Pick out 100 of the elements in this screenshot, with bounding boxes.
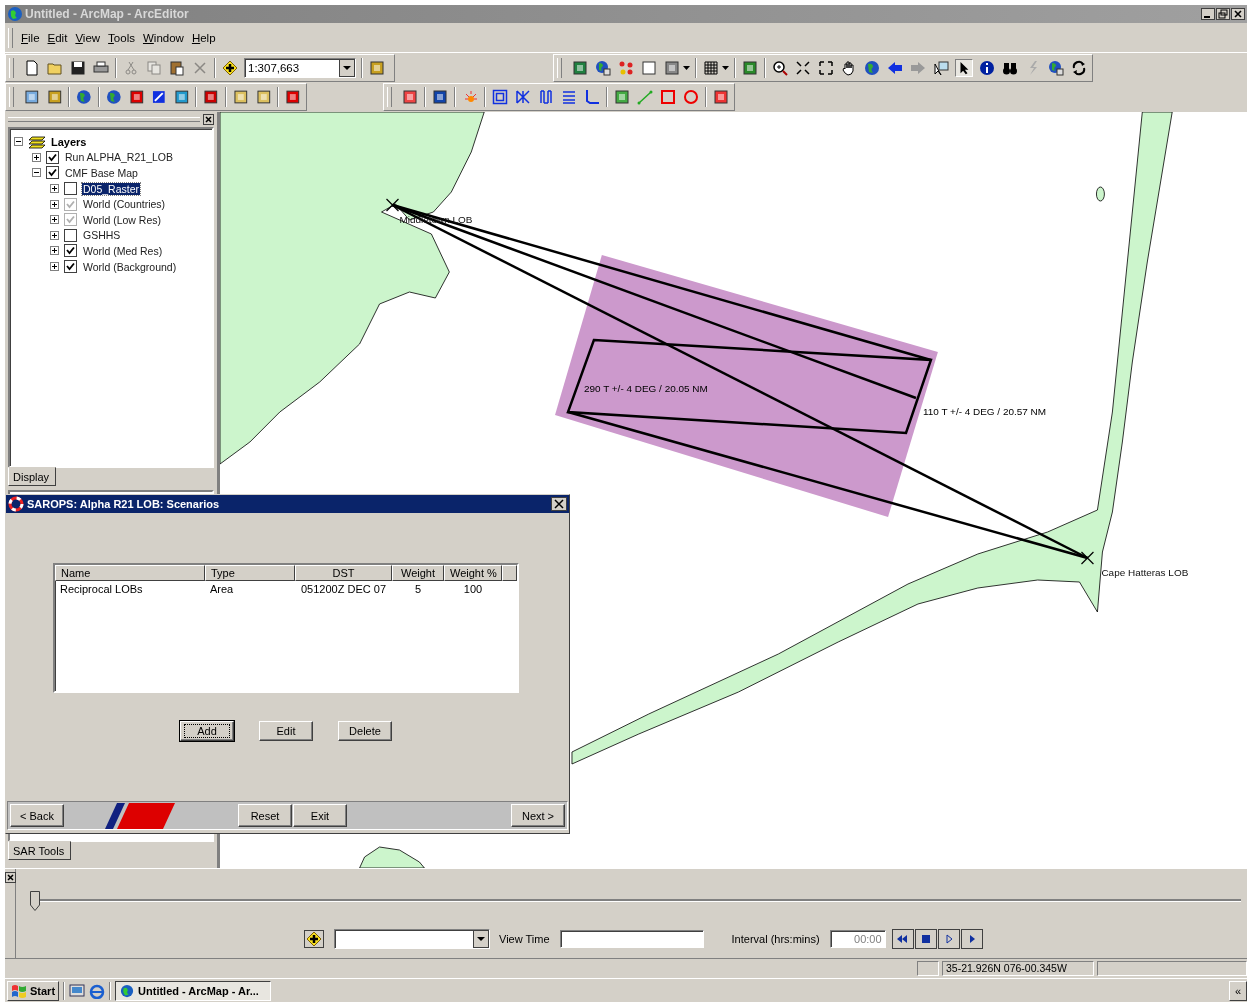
menu-item[interactable]: File: [17, 31, 44, 44]
reset-button[interactable]: Reset: [238, 804, 292, 827]
checkbox[interactable]: [64, 228, 77, 242]
expand-toggle[interactable]: [50, 184, 59, 194]
layer-name[interactable]: World (Background): [82, 260, 178, 273]
globe-document-icon[interactable]: [594, 58, 612, 77]
spiral-icon[interactable]: [491, 88, 509, 106]
expand-toggle[interactable]: [50, 262, 59, 272]
back-button[interactable]: < Back: [10, 804, 64, 827]
play-icon[interactable]: [937, 929, 960, 949]
interval-field[interactable]: 00:00: [829, 930, 886, 948]
dropdown-icon[interactable]: [339, 58, 355, 77]
add-data-icon[interactable]: [304, 930, 324, 948]
expand-toggle[interactable]: [14, 137, 23, 147]
new-document-icon[interactable]: [23, 58, 41, 77]
checkbox[interactable]: [64, 260, 77, 274]
slider-thumb[interactable]: [30, 891, 40, 911]
next-button[interactable]: Next >: [511, 804, 565, 827]
square-icon[interactable]: [659, 88, 677, 106]
tree-root-label[interactable]: Layers: [51, 135, 87, 148]
horizontal-bars-icon[interactable]: [560, 88, 578, 106]
column-header[interactable]: Weight %: [444, 565, 502, 581]
layer-name[interactable]: Run ALPHA_R21_LOB: [64, 151, 174, 164]
exit-button[interactable]: Exit: [293, 804, 347, 827]
stop-icon[interactable]: [914, 929, 937, 949]
panel-tab[interactable]: Display: [8, 467, 57, 486]
zoom-in-icon[interactable]: [771, 58, 789, 77]
fixed-zoom-in-icon[interactable]: [794, 58, 812, 77]
caret-icon[interactable]: [683, 65, 690, 70]
status-panel: [917, 961, 939, 976]
layer-name[interactable]: World (Countries): [82, 198, 167, 211]
info-icon[interactable]: [978, 58, 996, 77]
checkbox[interactable]: [64, 213, 77, 227]
close-icon[interactable]: [1231, 8, 1245, 20]
globe-icon[interactable]: [863, 58, 881, 77]
clipboard-icon[interactable]: [168, 58, 186, 77]
land: [359, 846, 425, 868]
desktop-icon[interactable]: [69, 982, 86, 999]
expand-toggle[interactable]: [50, 215, 59, 225]
arrow-box-icon[interactable]: [150, 88, 168, 106]
column-header[interactable]: Weight: [392, 565, 444, 581]
expand-toggle[interactable]: [32, 152, 41, 162]
layers-icon: [28, 134, 46, 149]
add-data-icon[interactable]: [221, 58, 239, 77]
grid-icon[interactable]: [702, 58, 720, 77]
close-icon[interactable]: [203, 114, 214, 125]
menu-item[interactable]: Help: [187, 31, 220, 44]
expand-toggle[interactable]: [50, 246, 59, 256]
checkbox[interactable]: [64, 244, 77, 258]
menu-item[interactable]: Edit: [43, 31, 72, 44]
menu-item[interactable]: Tools: [104, 31, 139, 44]
fixed-zoom-out-icon[interactable]: [817, 58, 835, 77]
layer-name[interactable]: GSHHS: [82, 229, 122, 242]
layer-name[interactable]: World (Low Res): [82, 213, 162, 226]
dropdown-icon[interactable]: [473, 930, 489, 948]
time-combo[interactable]: [334, 929, 490, 949]
show-more-button[interactable]: «: [1229, 980, 1247, 1001]
layer-name[interactable]: CMF Base Map: [64, 167, 139, 179]
expand-toggle[interactable]: [50, 199, 59, 209]
bowtie-icon[interactable]: [514, 88, 532, 106]
checkbox[interactable]: [46, 166, 59, 180]
menu-item[interactable]: Window: [138, 31, 188, 44]
menu-item[interactable]: View: [71, 31, 105, 44]
checkbox[interactable]: [64, 182, 77, 196]
close-icon[interactable]: [551, 497, 567, 511]
expand-toggle[interactable]: [32, 168, 41, 178]
close-icon[interactable]: [5, 872, 16, 883]
expand-toggle[interactable]: [50, 230, 59, 240]
browser-icon[interactable]: [89, 982, 106, 999]
dialog-button[interactable]: Edit: [259, 721, 313, 741]
restore-icon[interactable]: [1216, 8, 1230, 20]
start-button[interactable]: Start: [7, 980, 60, 1001]
column-header[interactable]: DST: [295, 565, 392, 581]
column-header[interactable]: Type: [205, 565, 295, 581]
refresh-icon[interactable]: [1070, 58, 1088, 77]
checkbox[interactable]: [64, 197, 77, 211]
layer-name[interactable]: D05_Raster: [82, 182, 141, 195]
minimize-icon[interactable]: [1201, 8, 1215, 20]
view-time-label: View Time: [499, 933, 550, 945]
checkbox[interactable]: [46, 150, 59, 164]
select-elements-icon[interactable]: [932, 58, 950, 77]
column-header[interactable]: Name: [55, 565, 205, 581]
panel-tab[interactable]: SAR Tools: [8, 841, 72, 860]
view-time-field[interactable]: [559, 930, 704, 948]
caret-icon[interactable]: [722, 65, 729, 70]
globe-grid-icon[interactable]: [104, 88, 123, 106]
scale-combo[interactable]: 1:307,663: [244, 57, 356, 78]
dialog-button[interactable]: Delete: [338, 721, 392, 741]
layer-name[interactable]: World (Med Res): [82, 244, 164, 257]
vertical-bars-icon[interactable]: [537, 88, 555, 106]
step-forward-icon[interactable]: [960, 929, 983, 949]
l-shape-icon[interactable]: [583, 88, 601, 106]
globe-pause-icon[interactable]: [1047, 58, 1065, 77]
pointer-icon[interactable]: [955, 58, 973, 77]
dialog-button[interactable]: Add: [180, 721, 234, 741]
rewind-icon[interactable]: [891, 929, 914, 949]
globe-icon[interactable]: [75, 88, 93, 106]
windows-flag-icon: [11, 983, 27, 998]
taskbar-button[interactable]: Untitled - ArcMap - Ar...: [115, 980, 272, 1001]
circle-icon[interactable]: [682, 88, 700, 106]
